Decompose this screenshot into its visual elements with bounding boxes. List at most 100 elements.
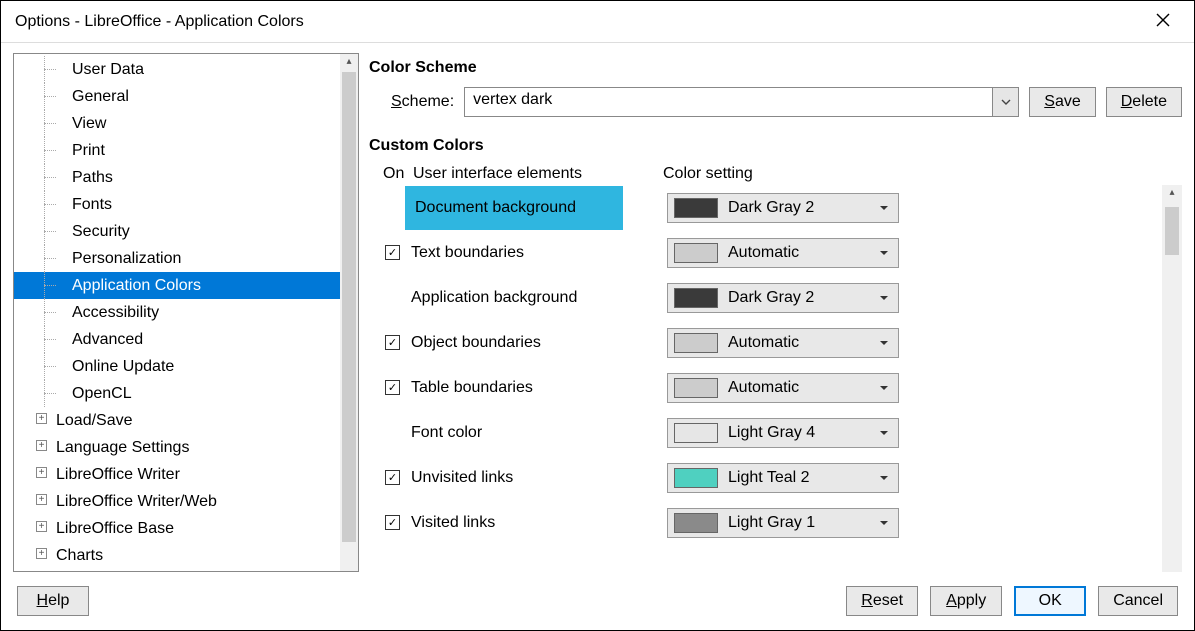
color-swatch — [674, 198, 718, 218]
tree-item[interactable]: Accessibility — [14, 299, 358, 326]
save-button[interactable]: Save — [1029, 87, 1095, 117]
expand-icon[interactable]: + — [36, 521, 47, 532]
checkbox[interactable]: ✓ — [385, 470, 400, 485]
tree-item[interactable]: Advanced — [14, 326, 358, 353]
color-row: ✓ Visited linksLight Gray 1 — [369, 500, 1160, 545]
help-button[interactable]: Help — [17, 586, 89, 616]
expand-icon[interactable]: + — [36, 467, 47, 478]
tree-item[interactable]: General — [14, 83, 358, 110]
chevron-down-icon — [1001, 99, 1011, 105]
tree-item-label: LibreOffice Base — [56, 520, 174, 537]
checkbox[interactable]: ✓ — [385, 245, 400, 260]
delete-button[interactable]: Delete — [1106, 87, 1182, 117]
tree-scrollbar[interactable]: ▴ — [340, 54, 358, 571]
color-swatch — [674, 333, 718, 353]
close-icon — [1156, 13, 1170, 27]
tree-item[interactable]: + LibreOffice Base — [14, 515, 358, 542]
tree-item-label: LibreOffice Writer/Web — [56, 493, 217, 510]
tree-item[interactable]: Security — [14, 218, 358, 245]
color-picker[interactable]: Light Gray 1 — [667, 508, 899, 538]
apply-button[interactable]: Apply — [930, 586, 1002, 616]
expand-icon[interactable]: + — [36, 440, 47, 451]
tree-item-label: OpenCL — [72, 385, 132, 402]
scroll-up-icon: ▴ — [1162, 187, 1182, 198]
tree-item[interactable]: View — [14, 110, 358, 137]
tree-item[interactable]: Personalization — [14, 245, 358, 272]
colors-scrollbar[interactable]: ▴ — [1162, 185, 1182, 572]
color-name: Light Teal 2 — [724, 469, 870, 487]
scheme-dropdown-button[interactable] — [992, 88, 1018, 116]
tree-item-label: Language Settings — [56, 439, 189, 456]
color-picker[interactable]: Light Gray 4 — [667, 418, 899, 448]
color-picker[interactable]: Dark Gray 2 — [667, 283, 899, 313]
color-picker[interactable]: Automatic — [667, 328, 899, 358]
color-dropdown-button[interactable] — [870, 294, 898, 302]
tree-item-label: User Data — [72, 61, 144, 78]
color-picker[interactable]: Dark Gray 2 — [667, 193, 899, 223]
expand-icon[interactable]: + — [36, 548, 47, 559]
window-title: Options - LibreOffice - Application Colo… — [15, 13, 1146, 31]
color-row-label: Application background — [411, 289, 667, 307]
tree-item-label: General — [72, 88, 129, 105]
checkbox[interactable]: ✓ — [385, 380, 400, 395]
checkbox[interactable]: ✓ — [385, 515, 400, 530]
tree-item-label: View — [72, 115, 106, 132]
color-row: ✓Table boundariesAutomatic — [369, 365, 1160, 410]
color-swatch — [674, 378, 718, 398]
tree-item[interactable]: Fonts — [14, 191, 358, 218]
tree-item[interactable]: +Charts — [14, 542, 358, 569]
color-name: Automatic — [724, 244, 870, 262]
color-scheme-heading: Color Scheme — [369, 59, 1182, 77]
color-picker[interactable]: Light Teal 2 — [667, 463, 899, 493]
color-picker[interactable]: Automatic — [667, 373, 899, 403]
tree-item[interactable]: +LibreOffice Writer — [14, 461, 358, 488]
cancel-button[interactable]: Cancel — [1098, 586, 1178, 616]
color-row-label: Font color — [411, 424, 667, 442]
color-name: Dark Gray 2 — [724, 289, 870, 307]
dialog-buttons: Help Reset Apply OK Cancel — [1, 572, 1194, 630]
color-swatch — [674, 288, 718, 308]
color-dropdown-button[interactable] — [870, 474, 898, 482]
tree-item-label: Fonts — [72, 196, 112, 213]
expand-icon[interactable]: + — [36, 494, 47, 505]
scrollbar-thumb[interactable] — [1165, 207, 1179, 255]
tree-item[interactable]: Print — [14, 137, 358, 164]
color-row-label: Unvisited links — [411, 469, 667, 487]
color-dropdown-button[interactable] — [870, 519, 898, 527]
scheme-value[interactable]: vertex dark — [465, 88, 992, 116]
titlebar: Options - LibreOffice - Application Colo… — [1, 1, 1194, 43]
tree-item-label: Paths — [72, 169, 113, 186]
checkbox[interactable]: ✓ — [385, 335, 400, 350]
tree-item[interactable]: + LibreOffice Writer/Web — [14, 488, 358, 515]
color-swatch — [674, 423, 718, 443]
content-area: User Data General View Print Paths Fonts Secur… — [1, 43, 1194, 572]
color-row: ✓ Text boundaries Automatic — [369, 230, 1160, 275]
reset-button[interactable]: Reset — [846, 586, 918, 616]
color-dropdown-button[interactable] — [870, 249, 898, 257]
color-dropdown-button[interactable] — [870, 204, 898, 212]
tree-item[interactable]: + Load/Save — [14, 407, 358, 434]
tree-item[interactable]: Paths — [14, 164, 358, 191]
color-name: Automatic — [724, 334, 870, 352]
ok-button[interactable]: OK — [1014, 586, 1086, 616]
tree-item[interactable]: + Language Settings — [14, 434, 358, 461]
color-picker[interactable]: Automatic — [667, 238, 899, 268]
color-row-label: Visited links — [411, 514, 667, 532]
close-button[interactable] — [1146, 7, 1180, 37]
scheme-combobox[interactable]: vertex dark — [464, 87, 1019, 117]
tree-item[interactable]: Application Colors — [14, 272, 358, 299]
expand-icon[interactable]: + — [36, 413, 47, 424]
custom-colors-heading: Custom Colors — [369, 137, 1182, 155]
color-dropdown-button[interactable] — [870, 384, 898, 392]
scrollbar-thumb[interactable] — [342, 72, 356, 542]
tree-item[interactable]: Online Update — [14, 353, 358, 380]
color-dropdown-button[interactable] — [870, 429, 898, 437]
tree-item[interactable]: OpenCL — [14, 380, 358, 407]
tree-item-label: Load/Save — [56, 412, 133, 429]
color-row-label: Text boundaries — [411, 244, 667, 262]
color-dropdown-button[interactable] — [870, 339, 898, 347]
tree-item-label: Personalization — [72, 250, 181, 267]
options-tree[interactable]: User Data General View Print Paths Fonts Secur… — [13, 53, 359, 572]
tree-item[interactable]: User Data — [14, 56, 358, 83]
header-color-setting: Color setting — [663, 165, 753, 183]
